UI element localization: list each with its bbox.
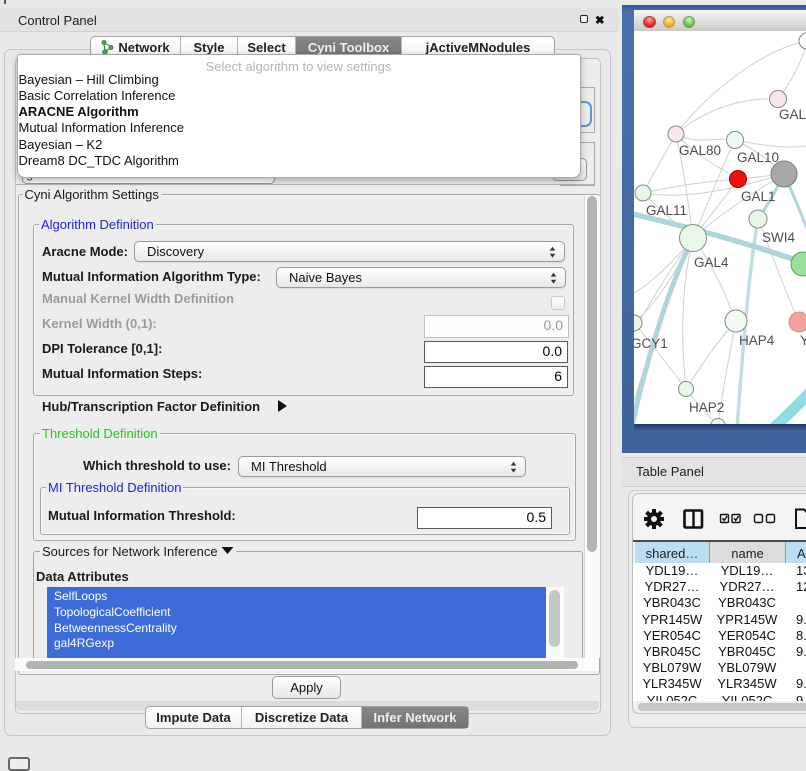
svg-text:SWI4: SWI4 bbox=[762, 230, 795, 245]
svg-text:GAL4: GAL4 bbox=[694, 255, 729, 270]
svg-text:GCY1: GCY1 bbox=[634, 336, 668, 351]
svg-text:GAL11: GAL11 bbox=[646, 203, 687, 218]
svg-text:HAP4: HAP4 bbox=[739, 333, 775, 348]
svg-text:GAL7: GAL7 bbox=[779, 107, 806, 122]
svg-text:GAL80: GAL80 bbox=[679, 143, 721, 158]
svg-text:GAL10: GAL10 bbox=[737, 150, 779, 165]
svg-text:HAP2: HAP2 bbox=[689, 400, 724, 415]
svg-text:Y: Y bbox=[800, 333, 806, 348]
svg-text:GAL1: GAL1 bbox=[741, 189, 776, 204]
